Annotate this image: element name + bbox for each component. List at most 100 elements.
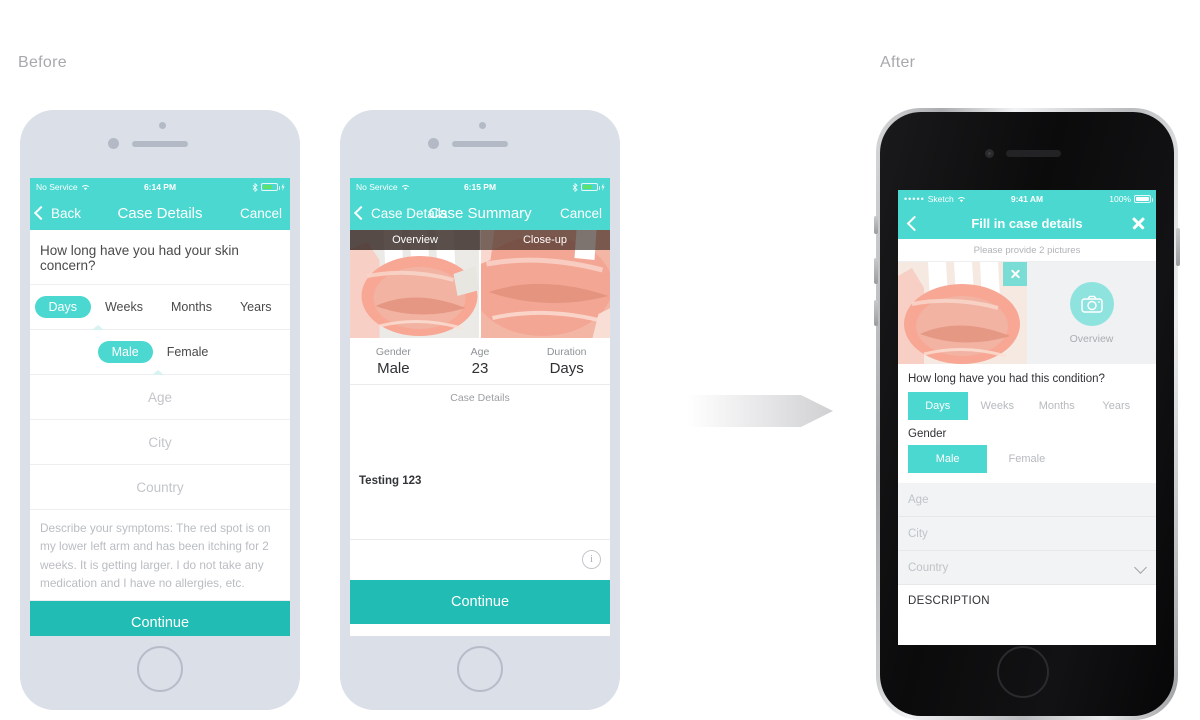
home-button[interactable] [137,646,183,692]
cancel-button[interactable]: Cancel [560,206,602,221]
front-camera-icon [428,138,439,149]
nav-bar: Case Details Case Summary Cancel [350,196,610,230]
summary-row: Gender Male Age 23 Duration Days [350,338,610,385]
phone-mockup-after: ••••• Sketch 9:41 AM 100% Fill in case d… [874,108,1180,720]
gender-option-male[interactable]: Male [908,445,988,473]
continue-button[interactable]: Continue [30,601,290,636]
selection-caret-icon [152,370,164,375]
country-field[interactable]: Country [30,465,290,510]
city-field[interactable]: City [898,517,1156,551]
page-title: Fill in case details [971,215,1083,231]
summary-age: Age 23 [437,338,524,384]
duration-option-years[interactable]: Years [226,296,286,318]
duration-option-months[interactable]: Months [157,296,226,318]
case-details-body[interactable]: Testing 123 [350,411,610,540]
bluetooth-icon [572,182,578,192]
summary-gender-value: Male [377,359,410,377]
battery-icon [1134,195,1153,203]
phone-mockup-before-2: No Service 6:15 PM Case Details Case Sum… [340,110,620,710]
duration-option-days[interactable]: Days [908,392,968,420]
gender-option-female[interactable]: Female [987,445,1066,473]
status-time: 6:15 PM [463,182,497,192]
summary-age-value: 23 [471,359,489,377]
tab-closeup[interactable]: Close-up [480,230,610,250]
after-caption: After [880,54,916,71]
phone2-screen: No Service 6:15 PM Case Details Case Sum… [350,178,610,636]
country-field[interactable]: Country [898,551,1156,585]
case-details-text: Testing 123 [359,475,422,487]
duration-option-weeks[interactable]: Weeks [968,392,1028,420]
charging-bolt-icon [281,183,285,191]
picture-slot-empty[interactable]: Overview [1027,262,1156,364]
continue-button[interactable]: Continue [350,580,610,624]
status-right [252,182,285,192]
cancel-button[interactable]: Cancel [240,206,282,221]
phone1-screen: No Service 6:14 PM Back Case Details Can… [30,178,290,636]
transition-arrow [688,395,833,427]
gender-spacer [1067,445,1146,473]
gender-segmented-control[interactable]: Male Female [898,445,1156,473]
gender-option-female[interactable]: Female [153,341,223,363]
summary-duration: Duration Days [523,338,610,384]
earpiece-speaker [1006,150,1061,157]
gender-label: Gender [898,420,1156,445]
power-button[interactable] [1176,228,1180,266]
nav-bar: Back Case Details Cancel [30,196,290,230]
age-field[interactable]: Age [898,483,1156,517]
duration-segmented-control[interactable]: Days Weeks Months Years [30,285,290,330]
status-right [572,182,605,192]
home-button[interactable] [457,646,503,692]
duration-option-years[interactable]: Years [1087,392,1147,420]
city-field[interactable]: City [30,420,290,465]
age-field[interactable]: Age [30,375,290,420]
section-spacer [898,473,1156,483]
description-label: DESCRIPTION [898,585,1156,617]
volume-up-button[interactable] [874,258,878,284]
front-camera-icon [108,138,119,149]
volume-down-button[interactable] [874,300,878,326]
bluetooth-icon [252,182,258,192]
comparison-stage: Before After No Service 6:14 PM Back Cas… [0,0,1200,720]
mute-switch[interactable] [874,216,878,234]
picture-slots: Overview [898,262,1156,364]
status-time: 6:14 PM [143,182,177,192]
front-camera-icon [985,149,994,158]
country-placeholder: Country [908,561,949,574]
tab-overview[interactable]: Overview [350,230,480,250]
picture-slot-filled[interactable] [898,262,1027,364]
info-row: i [350,540,610,580]
remove-picture-button[interactable] [1003,262,1027,286]
front-sensor-icon [479,122,486,129]
duration-question: How long have you had this condition? [898,364,1156,392]
description-textarea[interactable]: Describe your symptoms: The red spot is … [30,510,290,602]
pictures-hint: Please provide 2 pictures [898,239,1156,262]
status-bar: No Service 6:14 PM [30,178,290,196]
case-details-header: Case Details [350,385,610,411]
summary-gender-label: Gender [375,345,411,358]
summary-age-label: Age [470,345,490,358]
gender-segmented-control[interactable]: Male Female [30,330,290,375]
close-x-icon[interactable] [1131,216,1146,231]
battery-percent-label: 100% [1109,194,1131,204]
status-right: 100% [1109,194,1153,204]
battery-icon [261,183,280,191]
battery-icon [581,183,600,191]
duration-question: How long have you had your skin concern? [30,230,290,285]
camera-icon[interactable] [1069,281,1114,326]
status-bar: ••••• Sketch 9:41 AM 100% [898,190,1156,207]
info-circle-icon[interactable]: i [582,550,601,569]
gender-option-male[interactable]: Male [97,341,153,363]
status-bar: No Service 6:15 PM [350,178,610,196]
summary-duration-label: Duration [546,345,587,358]
earpiece-speaker [452,141,508,147]
home-button[interactable] [997,646,1049,698]
photo-tab-strip[interactable]: Overview Close-up [350,230,610,250]
duration-option-days[interactable]: Days [34,296,91,318]
nav-bar: Fill in case details [898,207,1156,239]
duration-segmented-control[interactable]: Days Weeks Months Years [898,392,1156,420]
duration-option-weeks[interactable]: Weeks [91,296,157,318]
summary-duration-value: Days [549,359,584,377]
chevron-down-icon [1134,561,1147,574]
charging-bolt-icon [601,183,605,191]
duration-option-months[interactable]: Months [1027,392,1087,420]
